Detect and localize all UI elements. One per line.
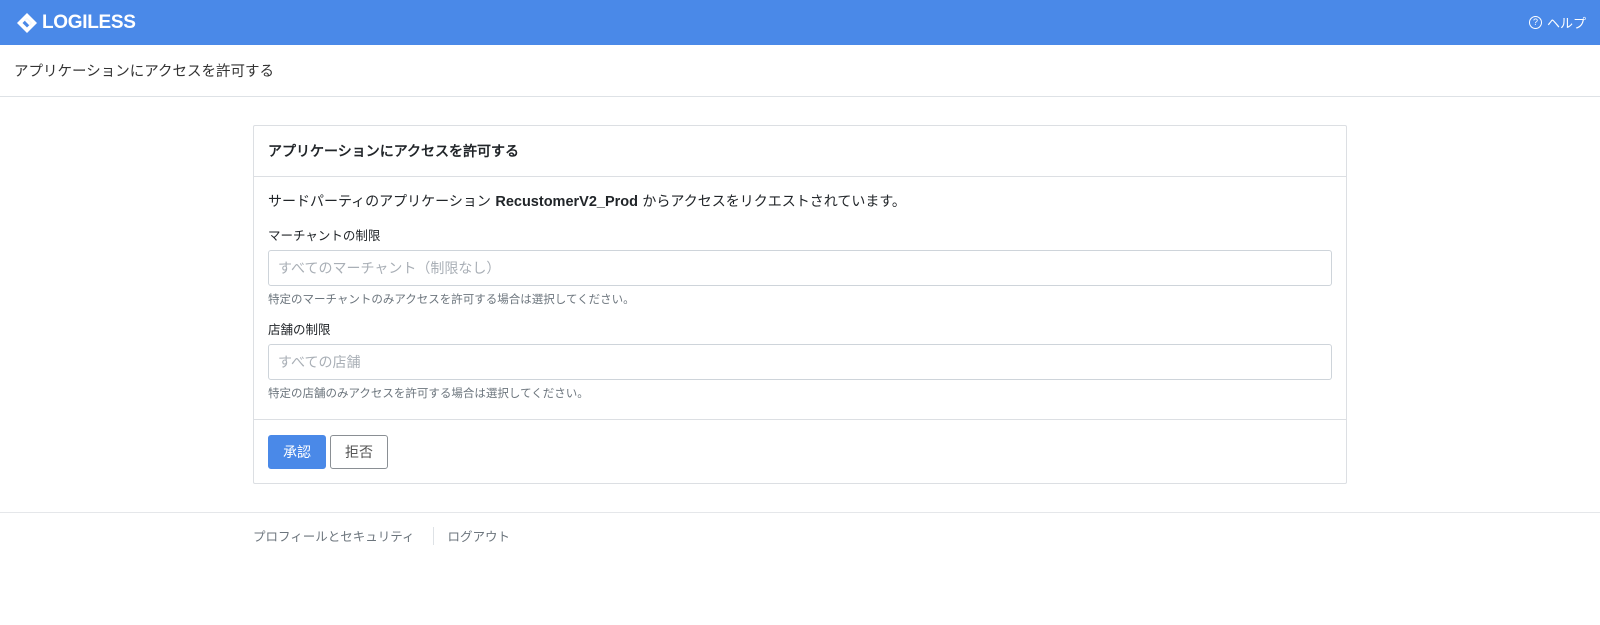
request-message: サードパーティのアプリケーション RecustomerV2_Prod からアクセ… (268, 191, 1332, 213)
merchant-help-text: 特定のマーチャントのみアクセスを許可する場合は選択してください。 (268, 292, 635, 306)
approve-button[interactable]: 承認 (268, 434, 326, 469)
question-circle-icon: ? (1528, 16, 1542, 29)
merchant-restriction-label: マーチャントの制限 (268, 228, 381, 243)
store-select[interactable]: すべての店舗 (268, 344, 1332, 380)
footer-separator (432, 526, 434, 545)
brand-name: LOGILESS (42, 11, 136, 33)
card-footer: 承認 拒否 (254, 419, 1346, 483)
help-link[interactable]: ? ヘルプ (1528, 13, 1586, 32)
store-restriction-group: 店舗の制限 すべての店舗 特定の店舗のみアクセスを許可する場合は選択してください… (268, 321, 1332, 401)
profile-security-link[interactable]: プロフィールとセキュリティ (253, 526, 415, 545)
diamond-logo-icon (17, 12, 37, 33)
logout-link[interactable]: ログアウト (448, 526, 511, 545)
card-body: サードパーティのアプリケーション RecustomerV2_Prod からアクセ… (254, 177, 1346, 401)
request-message-prefix: サードパーティのアプリケーション (268, 194, 496, 210)
page-header: アプリケーションにアクセスを許可する (0, 45, 1600, 97)
merchant-select-placeholder: すべてのマーチャント（制限なし） (278, 261, 501, 277)
brand-logo[interactable]: LOGILESS (16, 12, 136, 34)
top-navbar: LOGILESS ? ヘルプ (0, 0, 1600, 45)
request-message-suffix: からアクセスをリクエストされています。 (637, 194, 906, 210)
page-title: アプリケーションにアクセスを許可する (14, 64, 274, 80)
app-name: RecustomerV2_Prod (495, 194, 638, 210)
merchant-select[interactable]: すべてのマーチャント（制限なし） (268, 250, 1332, 286)
reject-button[interactable]: 拒否 (330, 434, 388, 469)
store-help-text: 特定の店舗のみアクセスを許可する場合は選択してください。 (268, 386, 589, 400)
footer-divider (0, 512, 1600, 513)
card-title: アプリケーションにアクセスを許可する (268, 144, 520, 160)
help-label: ヘルプ (1546, 17, 1586, 32)
card-header: アプリケーションにアクセスを許可する (254, 126, 1346, 177)
authorize-card: アプリケーションにアクセスを許可する サードパーティのアプリケーション Recu… (253, 125, 1347, 484)
merchant-restriction-group: マーチャントの制限 すべてのマーチャント（制限なし） 特定のマーチャントのみアク… (268, 227, 1332, 307)
footer-links: プロフィールとセキュリティ ログアウト (253, 526, 510, 545)
store-select-placeholder: すべての店舗 (278, 355, 361, 371)
store-restriction-label: 店舗の制限 (268, 322, 331, 337)
